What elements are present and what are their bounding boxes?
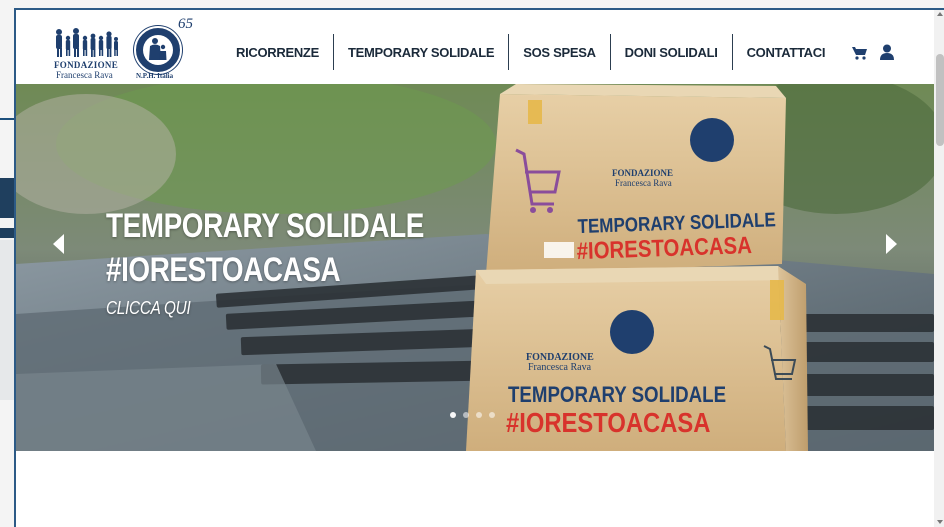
svg-text:Francesca Rava: Francesca Rava	[528, 362, 592, 373]
nph-emblem	[134, 26, 182, 74]
site-logo[interactable]: FONDAZIONE Francesca Rava 65 N.P.H. Ital…	[54, 16, 204, 80]
main-nav: RICORRENZE TEMPORARY SOLIDALE SOS SPESA DON…	[222, 34, 839, 70]
anniversary-number: 65	[178, 16, 193, 32]
chevron-left-icon[interactable]	[50, 232, 66, 256]
slide-title[interactable]: TEMPORARY SOLIDALE #IORESTOACASA	[106, 204, 424, 292]
carousel-dot[interactable]	[450, 412, 456, 418]
scroll-up-icon[interactable]	[937, 12, 943, 16]
nav-item-label: TEMPORARY SOLIDALE	[347, 44, 495, 60]
slide-title-line1: TEMPORARY SOLIDALE	[106, 207, 424, 245]
site-header: FONDAZIONE Francesca Rava 65 N.P.H. Ital…	[16, 10, 934, 84]
carousel-dot[interactable]	[489, 412, 495, 418]
slide-title-line2: #IORESTOACASA	[106, 251, 341, 289]
nav-item-sos-spesa[interactable]: SOS SPESA	[509, 34, 611, 70]
user-icon[interactable]	[880, 44, 894, 60]
family-silhouette-icon	[56, 28, 118, 57]
nph-emblem-icon	[143, 35, 173, 65]
nav-item-label: RICORRENZE	[236, 44, 319, 60]
carousel-indicators	[450, 412, 495, 418]
svg-text:TEMPORARY SOLIDALE: TEMPORARY SOLIDALE	[508, 384, 726, 408]
nav-item-label: SOS SPESA	[523, 44, 596, 60]
nav-item-contattaci[interactable]: CONTATTACI	[733, 34, 840, 70]
scroll-down-icon[interactable]	[937, 520, 943, 524]
chevron-right-icon[interactable]	[884, 232, 900, 256]
cart-icon[interactable]	[852, 46, 868, 60]
carousel-dot[interactable]	[476, 412, 482, 418]
logo-org-name: FONDAZIONE	[54, 60, 119, 70]
nav-item-label: DONI SOLIDALI	[624, 44, 718, 60]
logo-partner-name: N.P.H. Italia	[136, 72, 174, 80]
page-scrollbar[interactable]	[934, 10, 944, 527]
carousel-dot[interactable]	[463, 412, 469, 418]
nav-item-temporary-solidale[interactable]: TEMPORARY SOLIDALE	[334, 34, 510, 70]
nav-item-doni-solidali[interactable]: DONI SOLIDALI	[611, 34, 733, 70]
scrollbar-thumb[interactable]	[936, 54, 944, 146]
svg-text:#IORESTOACASA: #IORESTOACASA	[506, 406, 711, 438]
slide-cta-link[interactable]: CLICCA QUI	[106, 298, 191, 319]
browser-window: FONDAZIONE Francesca Rava 65 N.P.H. Ital…	[14, 8, 944, 527]
nav-item-ricorrenze[interactable]: RICORRENZE	[222, 34, 334, 70]
logo-org-subname: Francesca Rava	[56, 70, 113, 80]
hero-carousel[interactable]: FONDAZIONE Francesca Rava TEMPORARY SOLI…	[16, 84, 934, 451]
svg-text:Francesca Rava: Francesca Rava	[615, 178, 672, 188]
nav-item-label: CONTATTACI	[746, 44, 826, 60]
svg-text:FONDAZIONE: FONDAZIONE	[612, 168, 673, 178]
